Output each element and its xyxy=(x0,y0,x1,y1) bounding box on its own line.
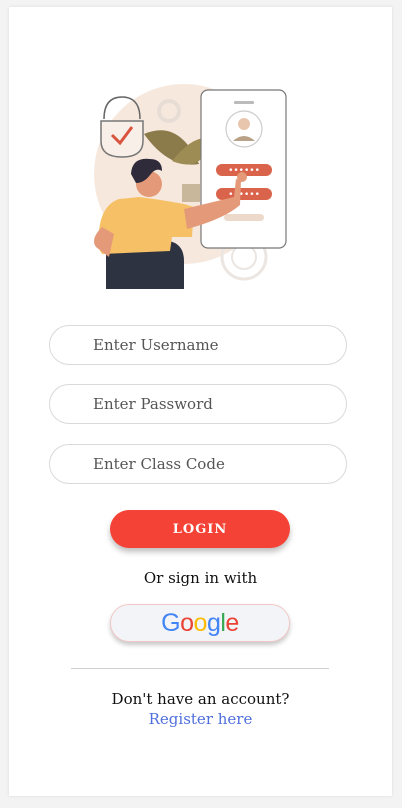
no-account-text: Don't have an account? xyxy=(111,690,290,708)
register-link[interactable]: Register here xyxy=(9,710,392,728)
phone-profile-icon: •••••• •••••• xyxy=(200,89,287,249)
password-field[interactable]: Enter Password xyxy=(49,384,347,424)
class-code-field[interactable]: Enter Class Code xyxy=(49,444,347,484)
login-button-label: LOGIN xyxy=(172,521,228,537)
login-card: •••••• •••••• Enter Username Enter Passw… xyxy=(9,7,392,796)
class-code-placeholder: Enter Class Code xyxy=(93,455,225,473)
login-illustration: •••••• •••••• xyxy=(84,79,299,289)
login-button[interactable]: LOGIN xyxy=(110,510,290,548)
username-field[interactable]: Enter Username xyxy=(49,325,347,365)
google-sign-in-button[interactable]: Google xyxy=(110,604,290,642)
or-sign-in-text: Or sign in with xyxy=(143,569,258,587)
divider xyxy=(71,668,329,669)
username-placeholder: Enter Username xyxy=(93,336,219,354)
password-placeholder: Enter Password xyxy=(93,395,213,413)
google-logo: Google xyxy=(161,608,239,637)
